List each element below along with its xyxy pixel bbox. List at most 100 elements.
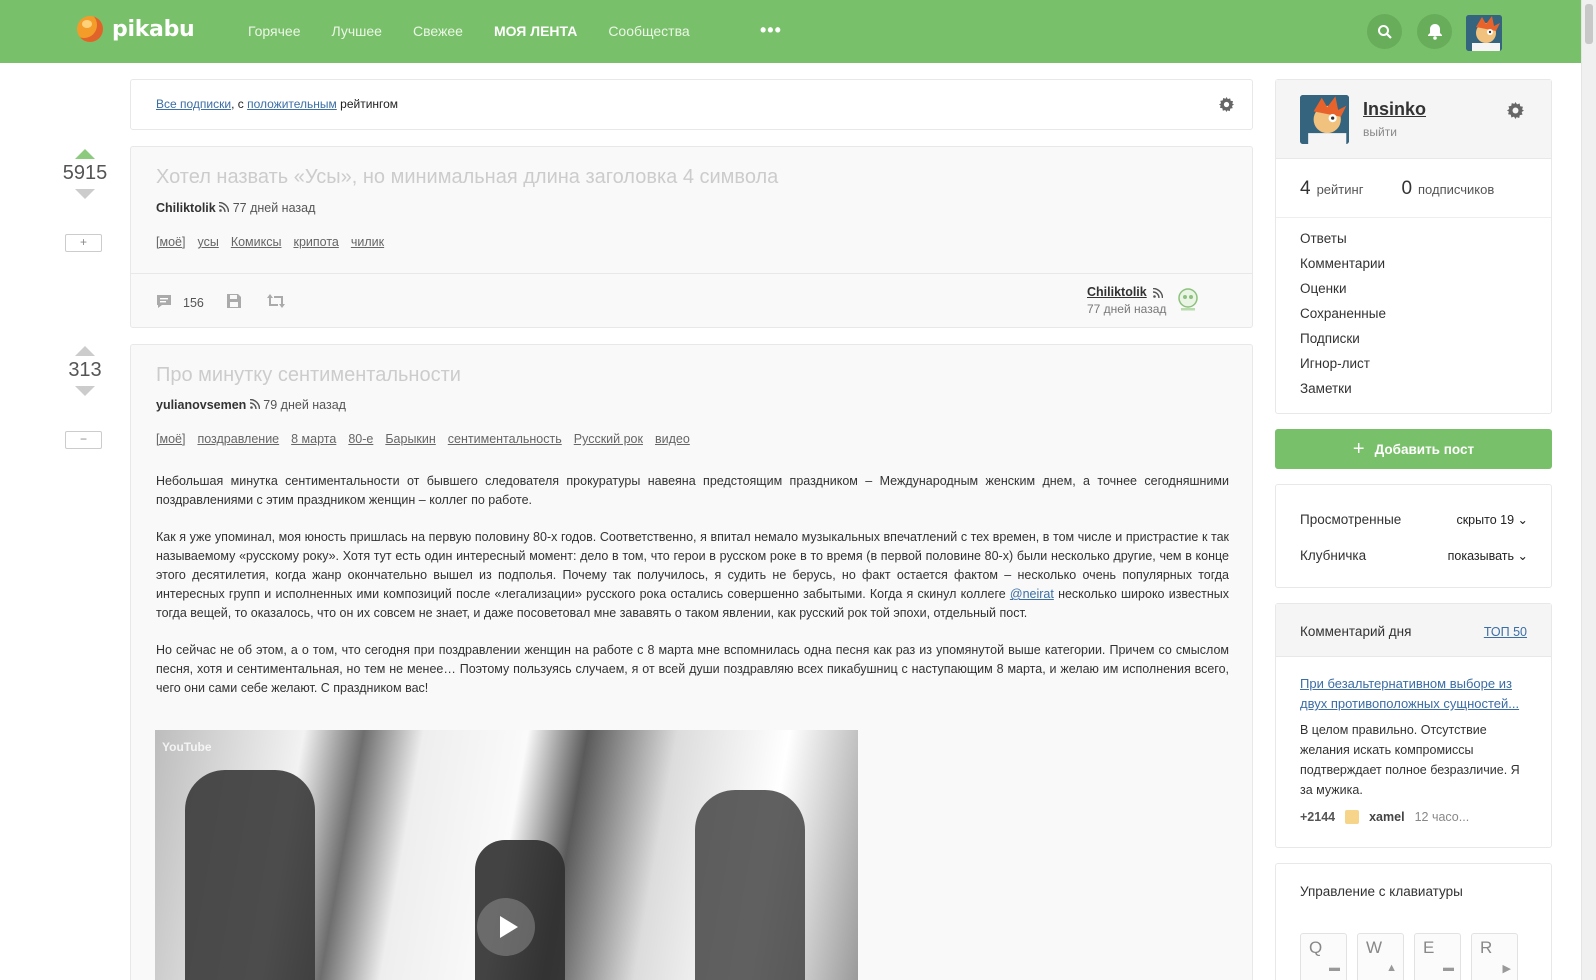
pikabu-logo[interactable]: pikabu xyxy=(77,16,195,42)
avatar-image xyxy=(1466,15,1502,51)
author-avatar[interactable] xyxy=(1177,288,1199,312)
plus-icon: + xyxy=(1352,438,1365,460)
story-2-author[interactable]: yulianovsemen xyxy=(156,398,246,412)
story-2-rating: 313 xyxy=(68,359,102,381)
tag[interactable]: чилик xyxy=(351,235,384,249)
comments-icon[interactable] xyxy=(156,294,172,309)
menu-item-notes[interactable]: Заметки xyxy=(1300,376,1386,401)
tag[interactable]: видео xyxy=(655,432,690,446)
search-button[interactable] xyxy=(1367,14,1402,49)
story-2-collapse-button[interactable]: − xyxy=(65,431,102,449)
gear-icon[interactable] xyxy=(1507,102,1524,119)
page-scrollbar[interactable] xyxy=(1581,0,1596,980)
keyboard-help-card: Управление с клавиатуры Q ▬ W ▲ E ▬ R ▶ xyxy=(1275,863,1552,980)
save-icon[interactable] xyxy=(226,293,242,309)
nav-best[interactable]: Лучшее xyxy=(332,23,382,39)
strawberry-dropdown[interactable]: показывать ⌄ xyxy=(1448,548,1528,563)
youtube-label: YouTube xyxy=(162,740,212,754)
story-1-tags: [моё] усы Комиксы крипота чилик xyxy=(156,235,384,249)
user-avatar[interactable] xyxy=(1466,15,1502,51)
tag[interactable]: Комиксы xyxy=(231,235,282,249)
tag[interactable]: крипота xyxy=(293,235,338,249)
rss-icon[interactable] xyxy=(1153,288,1163,298)
play-icon[interactable] xyxy=(477,898,535,956)
downvote-icon[interactable] xyxy=(75,189,95,199)
main-nav: Горячее Лучшее Свежее МОЯ ЛЕНТА Сообщест… xyxy=(248,23,690,39)
nav-communities[interactable]: Сообщества xyxy=(608,23,689,39)
comment-author[interactable]: xamel xyxy=(1369,810,1404,824)
key-w: W ▲ xyxy=(1357,933,1404,980)
nav-fresh[interactable]: Свежее xyxy=(413,23,463,39)
rating-stat[interactable]: 4 рейтинг xyxy=(1300,178,1363,200)
story-1-comment-count[interactable]: 156 xyxy=(183,296,204,310)
tag[interactable]: [моё] xyxy=(156,235,185,249)
story-2-body: Небольшая минутка сентиментальности от б… xyxy=(156,472,1229,716)
rss-icon[interactable] xyxy=(219,201,230,213)
nav-hot[interactable]: Горячее xyxy=(248,23,301,39)
notifications-button[interactable] xyxy=(1417,14,1452,49)
video-figure xyxy=(695,790,805,980)
tag[interactable]: поздравление xyxy=(197,432,279,446)
downvote-icon[interactable] xyxy=(75,386,95,396)
chevron-down-icon: ⌄ xyxy=(1517,513,1528,527)
story-1-author[interactable]: Chiliktolik xyxy=(156,201,216,215)
avatar-image xyxy=(1300,95,1349,144)
viewed-dropdown[interactable]: скрыто 19 ⌄ xyxy=(1456,512,1528,527)
feed-settings-card: Просмотренные скрыто 19 ⌄ Клубничка пока… xyxy=(1275,484,1552,588)
menu-item-saved[interactable]: Сохраненные xyxy=(1300,301,1386,326)
tag[interactable]: 8 марта xyxy=(291,432,336,446)
logout-link[interactable]: выйти xyxy=(1363,125,1397,139)
comment-time: 12 часо... xyxy=(1414,810,1470,824)
profile-header: Insinko выйти xyxy=(1276,80,1551,159)
tag[interactable]: сентиментальность xyxy=(448,432,562,446)
top-50-link[interactable]: ТОП 50 xyxy=(1484,625,1527,639)
add-post-button[interactable]: + Добавить пост xyxy=(1275,429,1552,469)
video-figure xyxy=(185,770,315,980)
menu-item-ignore-list[interactable]: Игнор-лист xyxy=(1300,351,1386,376)
comment-icon: ▬ xyxy=(1443,962,1454,974)
scroll-thumb[interactable] xyxy=(1585,4,1593,44)
menu-item-subscriptions[interactable]: Подписки xyxy=(1300,326,1386,351)
add-post-label: Добавить пост xyxy=(1374,441,1475,457)
tag[interactable]: Барыкин xyxy=(385,432,435,446)
story-paragraph: Небольшая минутка сентиментальности от б… xyxy=(156,474,1229,507)
menu-item-ratings[interactable]: Оценки xyxy=(1300,276,1386,301)
arrow-right-icon: ▶ xyxy=(1502,963,1511,975)
profile-avatar[interactable] xyxy=(1300,95,1349,144)
story-1: Хотел назвать «Усы», но минимальная длин… xyxy=(130,146,1253,328)
story-2-title[interactable]: Про минутку сентиментальности xyxy=(156,364,461,387)
user-mention-link[interactable]: @neirat xyxy=(1010,587,1054,601)
story-1-expand-button[interactable]: + xyxy=(65,234,102,252)
story-1-footer-author[interactable]: Chiliktolik xyxy=(1087,285,1147,299)
nav-my-feed[interactable]: МОЯ ЛЕНТА xyxy=(494,23,577,39)
youtube-video-player[interactable]: YouTube xyxy=(155,730,858,980)
tag[interactable]: 80-е xyxy=(348,432,373,446)
strawberry-label: Клубничка xyxy=(1300,548,1367,563)
tag[interactable]: Русский рок xyxy=(574,432,643,446)
story-1-time: 77 дней назад xyxy=(232,201,316,215)
gear-icon[interactable] xyxy=(1219,97,1234,112)
comment-rating: +2144 xyxy=(1300,810,1336,824)
story-1-title[interactable]: Хотел назвать «Усы», но минимальная длин… xyxy=(156,166,778,189)
story-paragraph: Но сейчас не об этом, а о том, что сегод… xyxy=(156,643,1229,695)
more-menu-icon[interactable]: ••• xyxy=(760,20,782,41)
upvote-icon[interactable] xyxy=(75,149,95,159)
story-2-vote: 313 xyxy=(60,346,110,396)
profile-username[interactable]: Insinko xyxy=(1363,99,1426,120)
all-subscriptions-link[interactable]: Все подписки xyxy=(156,97,231,111)
rss-icon[interactable] xyxy=(249,398,261,410)
comment-of-day-title: Комментарий дня xyxy=(1300,624,1412,639)
strawberry-setting: Клубничка показывать ⌄ xyxy=(1300,548,1528,563)
menu-item-comments[interactable]: Комментарии xyxy=(1300,251,1386,276)
tag[interactable]: [моё] xyxy=(156,432,185,446)
share-icon[interactable] xyxy=(266,293,286,309)
top-header: pikabu Горячее Лучшее Свежее МОЯ ЛЕНТА С… xyxy=(0,0,1581,63)
positive-rating-link[interactable]: положительным xyxy=(247,97,337,111)
divider xyxy=(1276,217,1551,218)
menu-item-replies[interactable]: Ответы xyxy=(1300,226,1386,251)
comment-story-link[interactable]: При безальтернативном выборе из двух про… xyxy=(1300,674,1532,714)
comment-body: В целом правильно. Отсутствие желания ис… xyxy=(1300,723,1520,797)
tag[interactable]: усы xyxy=(197,235,218,249)
subscribers-stat[interactable]: 0 подписчиков xyxy=(1401,178,1494,200)
upvote-icon[interactable] xyxy=(75,346,95,356)
